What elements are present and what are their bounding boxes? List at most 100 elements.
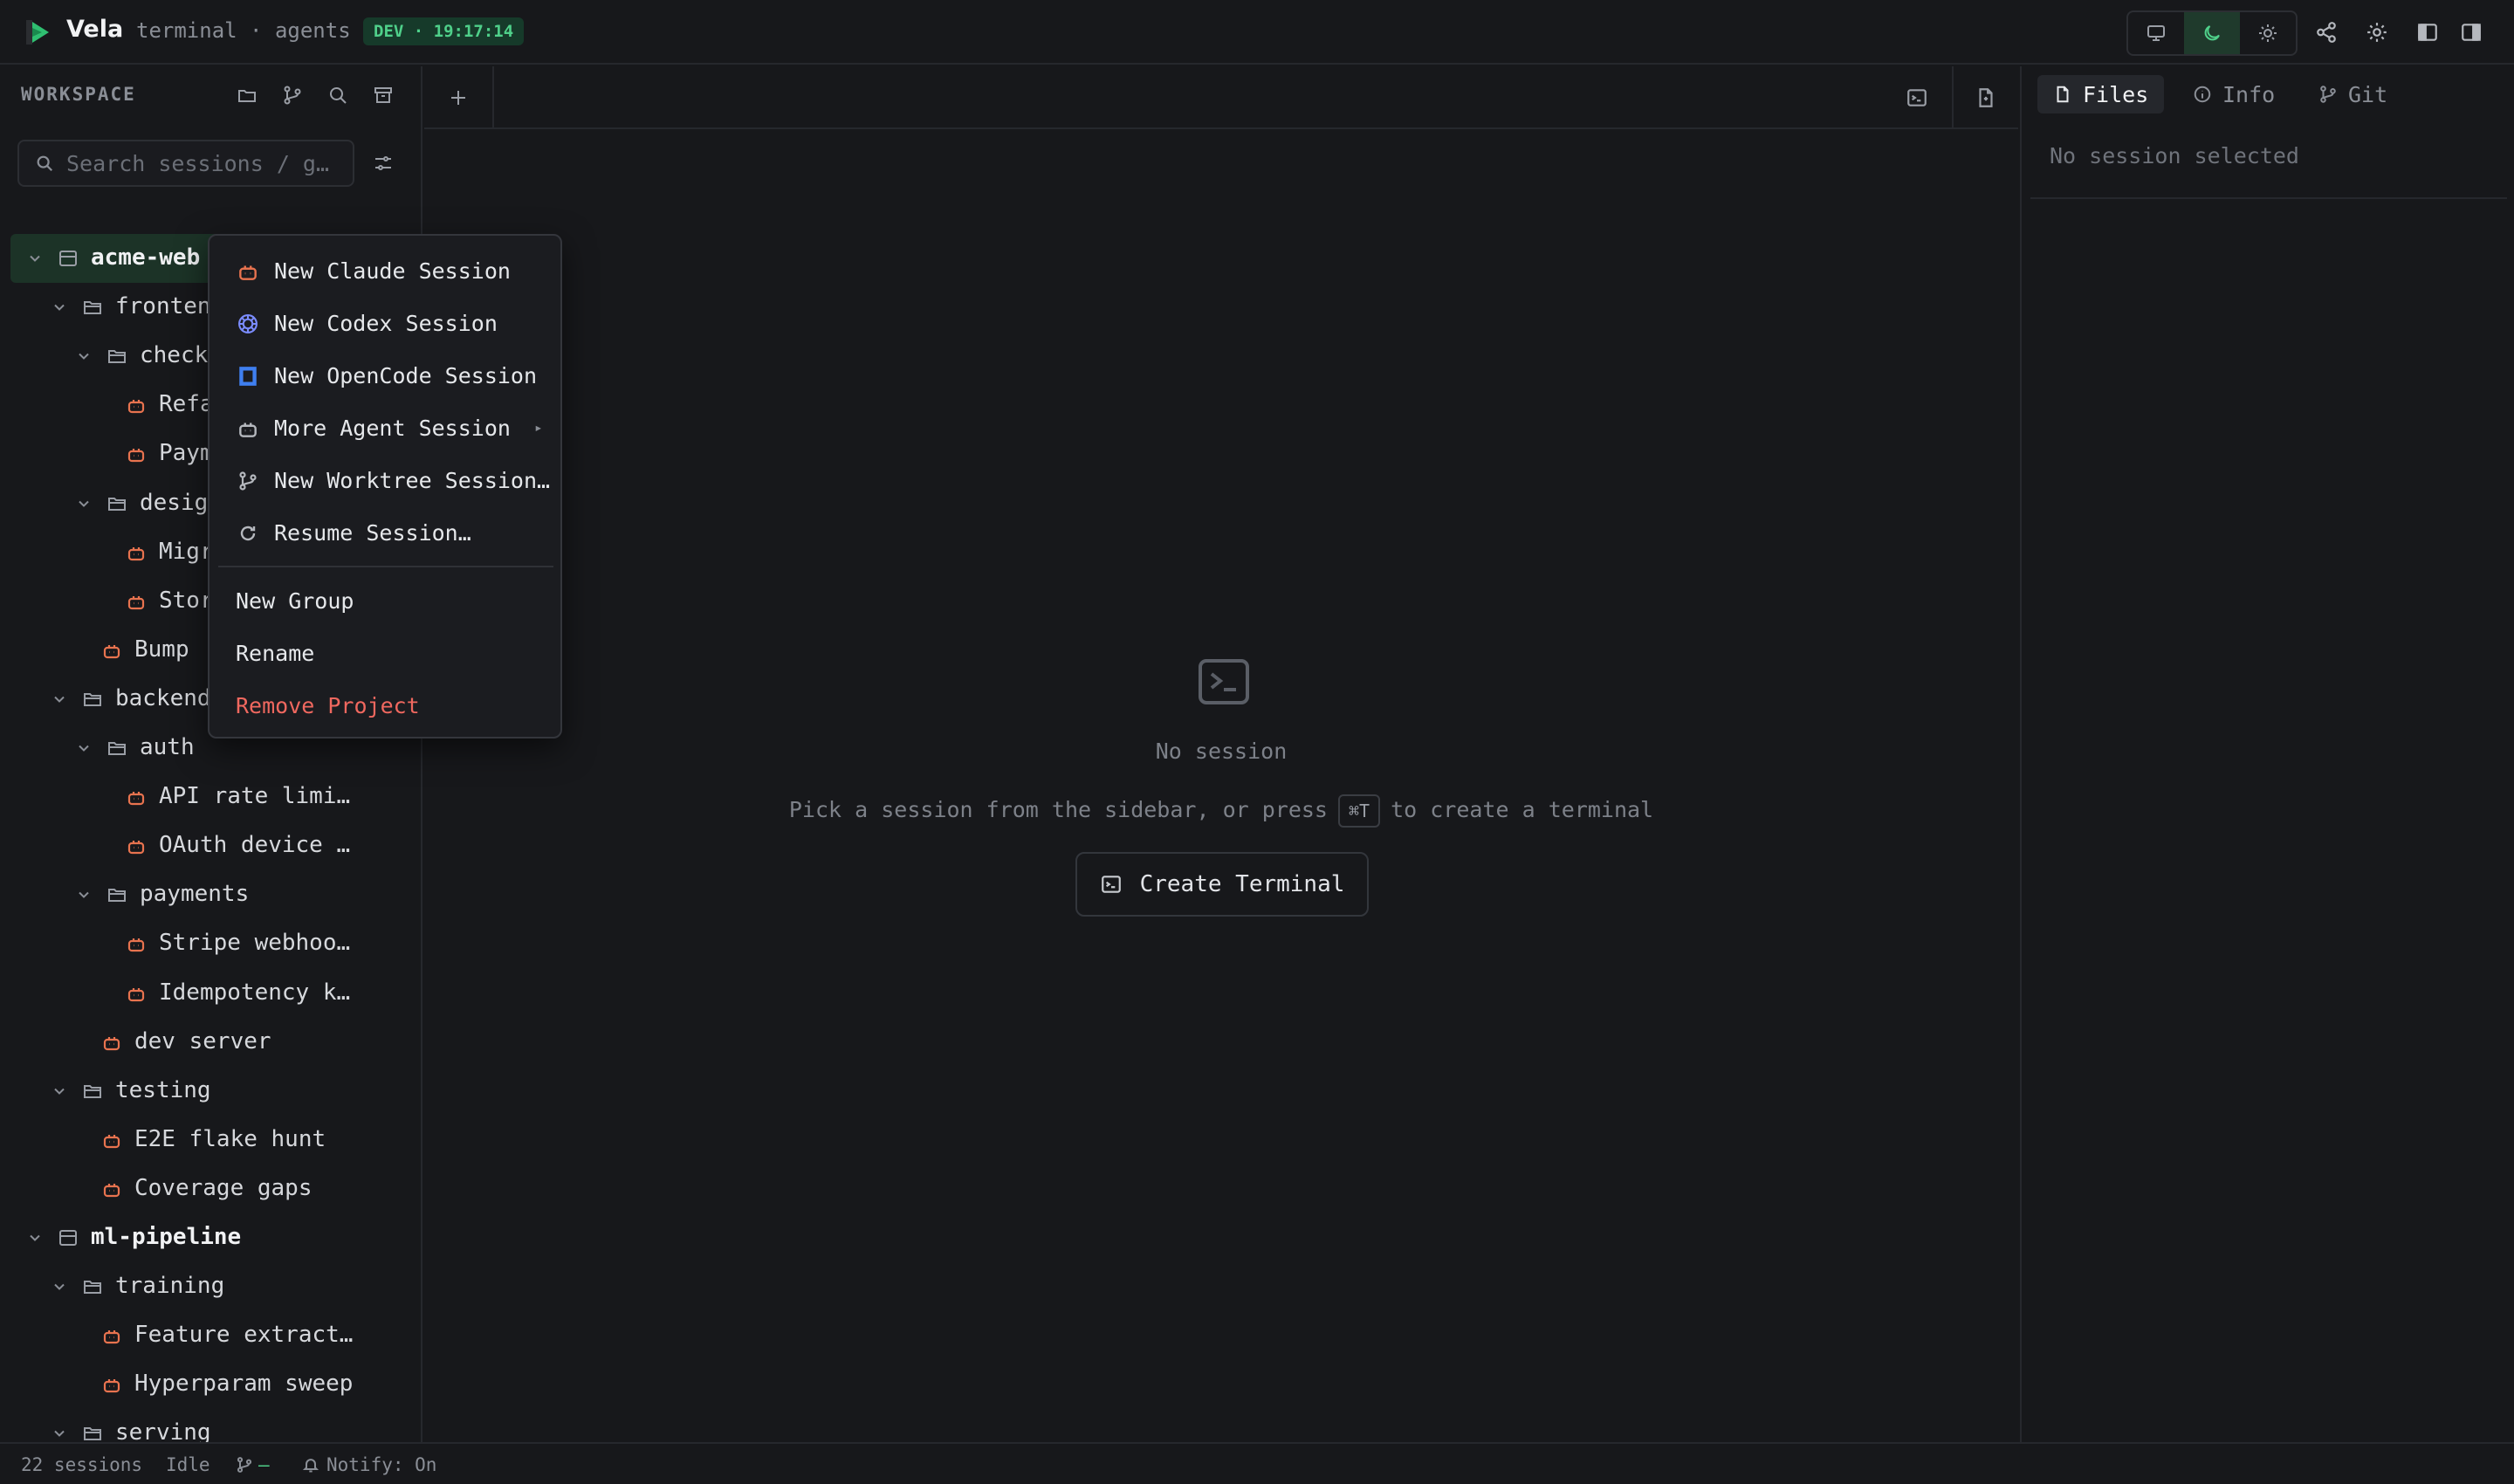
terminal-view-button[interactable]: [1884, 66, 1950, 129]
create-terminal-label: Create Terminal: [1139, 871, 1345, 897]
terminal-icon: [1907, 89, 1927, 106]
menu-new-claude-session[interactable]: New Claude Session: [218, 246, 553, 295]
file-view-button[interactable]: [1952, 66, 2018, 129]
tree-item-label: E2E flake hunt: [134, 1125, 326, 1152]
project-item[interactable]: ml-pipeline: [0, 1213, 421, 1262]
folder-item[interactable]: testing: [0, 1067, 421, 1116]
new-tab-button[interactable]: [424, 66, 494, 129]
terminal-icon: [1100, 872, 1124, 897]
menu-separator: [218, 566, 553, 567]
moon-icon: [2204, 25, 2220, 41]
menu-new-group[interactable]: New Group: [218, 576, 553, 625]
right-panel: Files Info Git No session selected: [2020, 66, 2514, 1442]
chevron-down-icon[interactable]: [23, 1226, 47, 1250]
session-item[interactable]: dev server: [0, 1018, 421, 1067]
tree-item-label: Coverage gaps: [134, 1174, 313, 1201]
folder-item[interactable]: payments: [0, 870, 421, 919]
session-item[interactable]: Coverage gaps: [0, 1165, 421, 1213]
chevron-down-icon[interactable]: [72, 491, 96, 516]
status-state: Idle: [166, 1454, 210, 1475]
hint-text-after: to create a terminal: [1391, 797, 1654, 822]
tree-item-label: Stor: [159, 587, 214, 614]
menu-rename[interactable]: Rename: [218, 629, 553, 677]
theme-dark-button[interactable]: [2184, 12, 2240, 54]
tree-item-label: dev server: [134, 1027, 271, 1055]
menu-label: Rename: [236, 641, 315, 666]
new-worktree-button[interactable]: [279, 82, 306, 108]
session-item[interactable]: Feature extract…: [0, 1311, 421, 1360]
codex-icon: [236, 312, 260, 336]
tab-info-label: Info: [2222, 81, 2276, 107]
tree-item-label: auth: [140, 734, 195, 760]
tab-strip: [424, 66, 2018, 129]
tab-files[interactable]: Files: [2037, 75, 2165, 113]
menu-more-agent-session[interactable]: More Agent Session ▸: [218, 403, 553, 452]
menu-new-opencode-session[interactable]: New OpenCode Session: [218, 351, 553, 400]
robot-icon: [100, 1323, 124, 1348]
create-terminal-button[interactable]: Create Terminal: [1075, 852, 1369, 917]
chevron-down-icon[interactable]: [47, 1274, 72, 1299]
plus-icon: [451, 91, 465, 105]
workspace-label: WORKSPACE: [21, 84, 136, 105]
theme-system-button[interactable]: [2128, 12, 2184, 54]
search-sessions-button[interactable]: [325, 82, 351, 108]
share-button[interactable]: [2313, 19, 2339, 45]
search-input[interactable]: [66, 150, 346, 176]
filter-button[interactable]: [370, 150, 396, 176]
folder-icon: [80, 295, 105, 319]
session-item[interactable]: Idempotency k…: [0, 969, 421, 1018]
chevron-down-icon[interactable]: [72, 736, 96, 760]
tree-item-label: Migr: [159, 538, 214, 565]
panel-right-icon: [2462, 24, 2481, 41]
tab-files-label: Files: [2083, 81, 2149, 107]
menu-new-codex-session[interactable]: New Codex Session: [218, 299, 553, 347]
tree-item-label: ml-pipeline: [91, 1224, 242, 1250]
session-item[interactable]: API rate limi…: [0, 773, 421, 821]
tree-item-label: testing: [115, 1076, 211, 1103]
archive-button[interactable]: [370, 82, 396, 108]
no-session-text: No session selected: [2050, 143, 2299, 168]
notify-indicator[interactable]: Notify: On: [302, 1454, 436, 1475]
tab-git[interactable]: Git: [2303, 75, 2403, 113]
claude-icon: [236, 259, 260, 284]
branch-indicator[interactable]: —: [236, 1454, 270, 1475]
chevron-down-icon[interactable]: [23, 246, 47, 271]
menu-remove-project[interactable]: Remove Project: [218, 681, 553, 730]
empty-state-hint: Pick a session from the sidebar, or pres…: [424, 794, 2018, 828]
menu-label: New Worktree Session…: [274, 468, 551, 493]
folder-icon: [80, 1274, 105, 1299]
theme-light-button[interactable]: [2240, 12, 2296, 54]
folder-item[interactable]: training: [0, 1262, 421, 1311]
chevron-down-icon[interactable]: [47, 1079, 72, 1103]
folder-icon: [80, 687, 105, 711]
empty-state-title: No session: [1155, 739, 1288, 764]
tab-info[interactable]: Info: [2177, 75, 2291, 113]
folder-open-icon: [238, 90, 256, 102]
session-item[interactable]: Hyperparam sweep: [0, 1360, 421, 1409]
theme-switcher: [2126, 10, 2298, 56]
session-item[interactable]: Stripe webhoo…: [0, 919, 421, 968]
menu-new-worktree-session[interactable]: New Worktree Session…: [218, 456, 553, 505]
tree-item-label: Feature extract…: [134, 1322, 354, 1349]
robot-icon: [100, 1128, 124, 1152]
toggle-right-panel-button[interactable]: [2458, 19, 2484, 45]
robot-icon: [100, 1372, 124, 1397]
toggle-left-panel-button[interactable]: [2414, 19, 2441, 45]
open-folder-button[interactable]: [234, 82, 260, 108]
tab-git-label: Git: [2348, 81, 2388, 107]
session-item[interactable]: E2E flake hunt: [0, 1116, 421, 1165]
vela-logo-icon: [26, 20, 49, 45]
settings-button[interactable]: [2364, 19, 2390, 45]
chevron-down-icon[interactable]: [47, 295, 72, 319]
env-badge: DEV · 19:17:14: [363, 17, 525, 45]
folder-icon: [80, 1079, 105, 1103]
session-item[interactable]: OAuth device …: [0, 821, 421, 870]
chevron-down-icon[interactable]: [72, 344, 96, 368]
bell-icon: [302, 1459, 319, 1473]
share-icon: [2317, 22, 2336, 43]
menu-resume-session[interactable]: Resume Session…: [218, 508, 553, 557]
chevron-down-icon[interactable]: [47, 687, 72, 711]
chevron-down-icon[interactable]: [72, 883, 96, 907]
tree-item-label: Hyperparam sweep: [134, 1371, 354, 1398]
git-branch-icon: [2318, 84, 2339, 105]
